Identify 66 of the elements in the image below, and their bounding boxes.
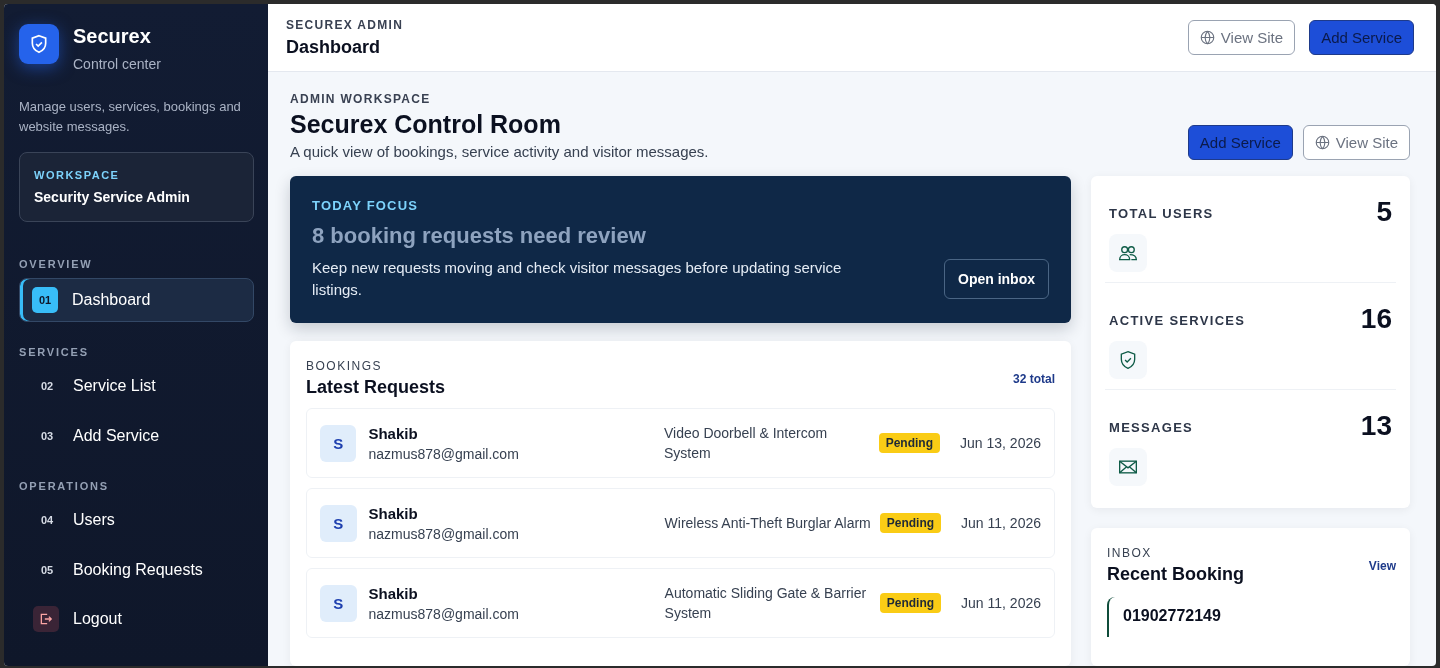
- sidebar-description: Manage users, services, bookings and website messages.: [19, 98, 242, 136]
- workspace-name: Security Service Admin: [34, 189, 191, 205]
- inbox-item[interactable]: 01902772149: [1107, 597, 1396, 637]
- logout-icon: [33, 606, 59, 632]
- hero-eyebrow: ADMIN WORKSPACE: [290, 92, 432, 106]
- nav-item[interactable]: 02 Service List: [19, 366, 254, 406]
- users-icon: [1118, 243, 1138, 263]
- workspace-label: WORKSPACE: [34, 169, 121, 181]
- service-name: Automatic Sliding Gate & Barrier System: [664, 584, 868, 623]
- open-inbox-button[interactable]: Open inbox: [944, 259, 1049, 299]
- phone-number: 01902772149: [1123, 607, 1222, 625]
- customer-email: nazmus878@gmail.com: [368, 605, 520, 622]
- nav-section-title: SERVICES: [19, 346, 90, 358]
- booking-row[interactable]: S Shakib nazmus878@gmail.com Automatic Sliding Gate & Barrier System Pending Jun 11, 2026: [306, 568, 1055, 638]
- top-bar-eyebrow: SECUREX ADMIN: [286, 17, 404, 32]
- view-link[interactable]: View: [1368, 558, 1396, 573]
- nav-item[interactable]: 01 Dashboard: [19, 278, 254, 322]
- shield-logo-icon: [19, 24, 59, 64]
- stat-value: 13: [1360, 410, 1392, 442]
- view-site-button[interactable]: View Site: [1187, 20, 1296, 55]
- inbox-eyebrow: INBOX: [1107, 546, 1153, 560]
- hero-subtitle: A quick view of bookings, service activity and visitor messages.: [290, 143, 709, 160]
- globe-icon: [1314, 135, 1330, 150]
- booking-row[interactable]: S Shakib nazmus878@gmail.com Video Doorbell & Intercom System Pending Jun 13, 2026: [306, 408, 1055, 478]
- bookings-title: Latest Requests: [306, 377, 446, 398]
- avatar-initial: S: [320, 504, 357, 542]
- booking-date: Jun 11, 2026: [961, 515, 1041, 531]
- stat-label: MESSAGES: [1109, 420, 1194, 435]
- logout-link[interactable]: Logout: [19, 606, 254, 632]
- avatar-initial: S: [320, 424, 357, 462]
- hero-title: Securex Control Room: [290, 110, 562, 139]
- stat-label: ACTIVE SERVICES: [1109, 313, 1246, 328]
- inbox-title: Recent Booking: [1107, 564, 1244, 585]
- nav-item[interactable]: 05 Booking Requests: [19, 550, 254, 590]
- nav-section-title: OVERVIEW: [19, 258, 94, 270]
- customer-name: Shakib: [368, 504, 419, 522]
- nav-item[interactable]: 04 Users: [19, 500, 254, 540]
- booking-date: Jun 11, 2026: [961, 595, 1041, 611]
- status-badge: Pending: [878, 433, 941, 453]
- status-badge: Pending: [879, 593, 942, 613]
- nav-item[interactable]: 03 Add Service: [19, 416, 254, 456]
- focus-title: 8 booking requests need review: [312, 223, 647, 249]
- view-site-button[interactable]: View Site: [1302, 125, 1410, 160]
- globe-icon: [1199, 30, 1215, 45]
- nav-section-title: OPERATIONS: [19, 480, 110, 492]
- customer-email: nazmus878@gmail.com: [368, 525, 520, 542]
- customer-name: Shakib: [368, 424, 419, 442]
- brand-name: Securex: [73, 25, 152, 48]
- avatar-initial: S: [320, 584, 357, 622]
- stat-value: 5: [1376, 196, 1392, 228]
- service-name: Video Doorbell & Intercom System: [663, 424, 829, 463]
- focus-eyebrow: TODAY FOCUS: [312, 198, 420, 213]
- status-badge: Pending: [879, 513, 942, 533]
- customer-name: Shakib: [368, 584, 419, 602]
- focus-text: Keep new requests moving and check visitor messages before updating service listings.: [312, 258, 843, 300]
- customer-email: nazmus878@gmail.com: [368, 445, 520, 462]
- shield-check-icon: [1118, 350, 1138, 370]
- stat-label: TOTAL USERS: [1109, 206, 1214, 221]
- total-count-link[interactable]: 32 total: [1013, 371, 1055, 386]
- brand-tagline: Control center: [73, 56, 161, 72]
- bookings-eyebrow: BOOKINGS: [306, 359, 383, 373]
- booking-row[interactable]: S Shakib nazmus878@gmail.com Wireless Anti-Theft Burglar Alarm Pending Jun 11, 2026: [306, 488, 1055, 558]
- stat-value: 16: [1360, 303, 1392, 335]
- page-title: Dashboard: [286, 36, 382, 58]
- booking-date: Jun 13, 2026: [960, 435, 1041, 451]
- service-name: Wireless Anti-Theft Burglar Alarm: [664, 514, 872, 533]
